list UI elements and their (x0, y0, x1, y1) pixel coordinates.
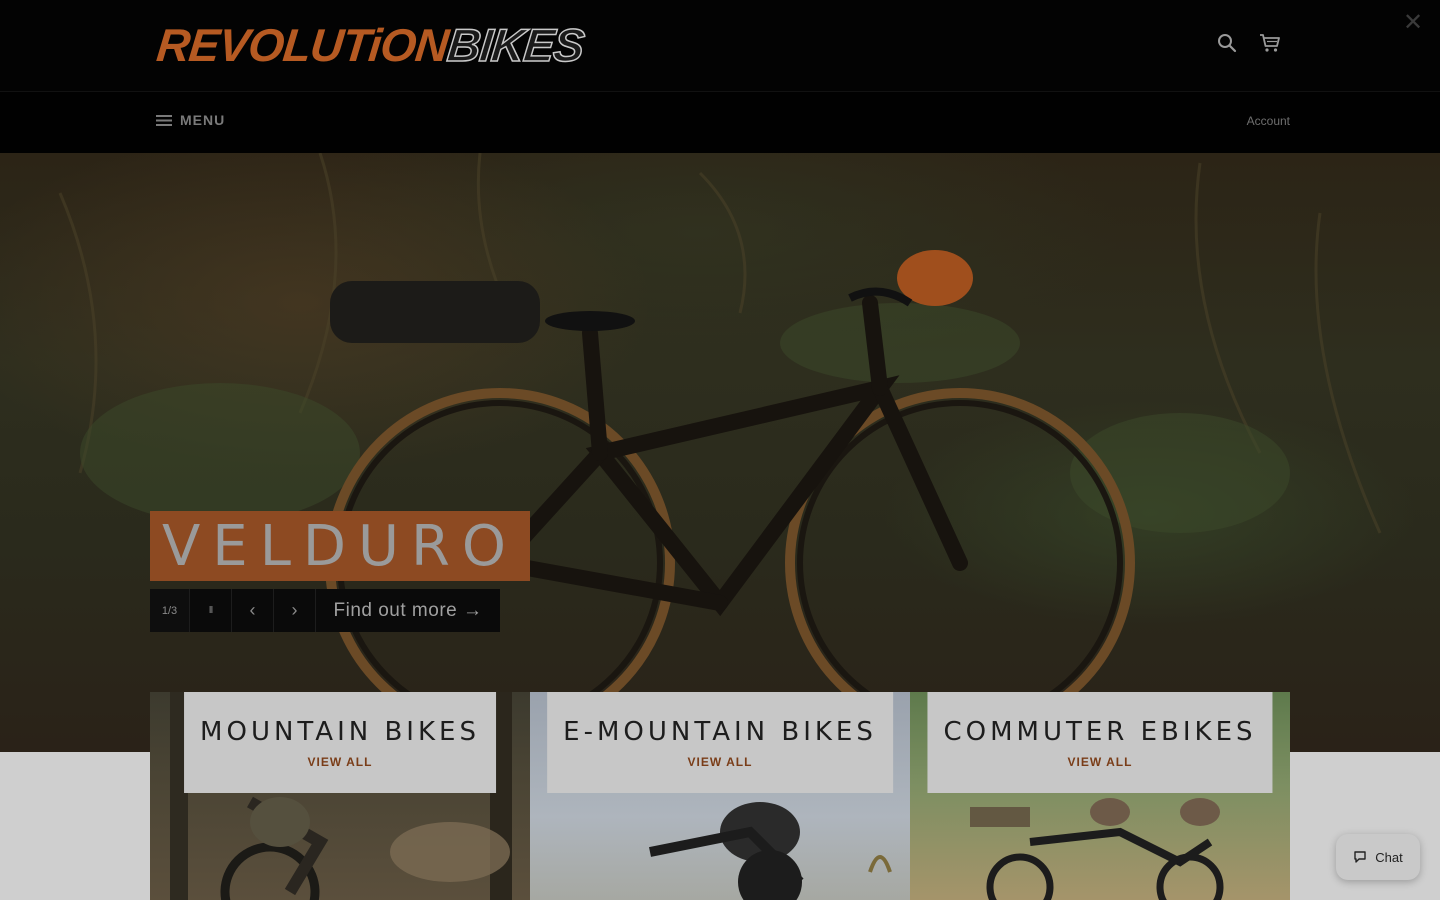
logo-text-revolution: REVOLUTiON (154, 19, 451, 71)
view-all-link[interactable]: VIEW ALL (1068, 755, 1133, 769)
next-slide-button[interactable]: › (274, 589, 316, 632)
collection-card-e-mountain-bikes[interactable]: E-MOUNTAIN BIKES VIEW ALL (530, 692, 910, 900)
logo-text-bikes: BIKES (444, 18, 587, 72)
slide-title: VELDURO (162, 513, 518, 579)
pause-icon: II (208, 605, 213, 616)
previous-slide-button[interactable]: ‹ (232, 589, 274, 632)
menu-label: MENU (180, 112, 226, 128)
menu-button[interactable]: MENU (156, 112, 225, 128)
collection-card-mountain-bikes[interactable]: MOUNTAIN BIKES VIEW ALL (150, 692, 530, 900)
close-icon[interactable]: ✕ (1400, 10, 1426, 36)
nav-bar: MENU Account (0, 92, 1440, 153)
view-all-link[interactable]: VIEW ALL (308, 755, 373, 769)
site-header: REVOLUTiON BIKES ✕ (0, 0, 1440, 92)
site-logo[interactable]: REVOLUTiON BIKES (154, 18, 587, 72)
collection-label: MOUNTAIN BIKES VIEW ALL (184, 692, 496, 793)
slideshow-controls: 1/3 II ‹ › Find out more → (150, 589, 500, 632)
collection-label: E-MOUNTAIN BIKES VIEW ALL (547, 692, 893, 793)
slide-counter: 1/3 (150, 589, 190, 632)
search-icon[interactable] (1214, 30, 1240, 56)
chat-label: Chat (1375, 849, 1403, 865)
collection-title: COMMUTER EBIKES (943, 716, 1257, 747)
pause-button[interactable]: II (190, 589, 232, 632)
hamburger-icon (156, 114, 172, 126)
find-out-more-link[interactable]: Find out more → (316, 589, 500, 632)
page: REVOLUTiON BIKES ✕ MENU Account VELDURO … (0, 0, 1440, 900)
hero-slideshow: VELDURO 1/3 II ‹ › Find out more → (0, 153, 1440, 752)
slide-title-box: VELDURO (150, 511, 530, 581)
chat-bubble-icon (1354, 851, 1366, 863)
collection-card-commuter-ebikes[interactable]: COMMUTER EBIKES VIEW ALL (910, 692, 1290, 900)
chat-button[interactable]: Chat (1336, 834, 1420, 880)
hero-image (58, 153, 1382, 738)
collection-title: E-MOUNTAIN BIKES (563, 716, 877, 747)
cart-icon[interactable] (1257, 30, 1283, 56)
account-link[interactable]: Account (1247, 114, 1290, 128)
chevron-left-icon: ‹ (249, 600, 256, 620)
view-all-link[interactable]: VIEW ALL (688, 755, 753, 769)
chevron-right-icon: › (291, 600, 298, 620)
collection-title: MOUNTAIN BIKES (200, 716, 480, 747)
collection-label: COMMUTER EBIKES VIEW ALL (927, 692, 1273, 793)
